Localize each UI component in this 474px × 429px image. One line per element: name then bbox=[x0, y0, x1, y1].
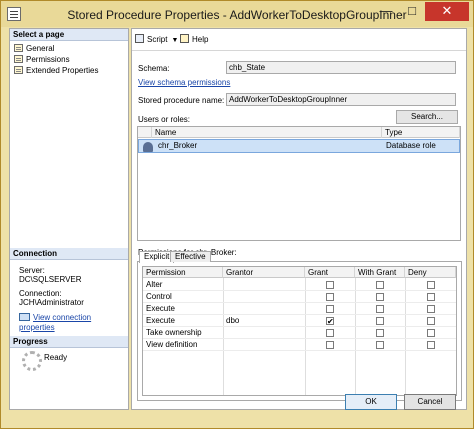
table-row[interactable]: Execute bbox=[143, 303, 456, 315]
with-grant-checkbox[interactable] bbox=[376, 329, 384, 337]
table-row[interactable]: View definition bbox=[143, 339, 456, 351]
page-label: General bbox=[26, 44, 55, 53]
grantor-cell bbox=[223, 303, 226, 315]
minimize-button[interactable]: — bbox=[373, 2, 399, 21]
column-header-grant[interactable]: Grant bbox=[305, 267, 355, 278]
grantor-cell bbox=[223, 279, 226, 291]
table-row[interactable]: Alter bbox=[143, 279, 456, 291]
connection-value: JCH\Administrator bbox=[19, 298, 84, 307]
progress-status: Ready bbox=[44, 353, 68, 362]
page-item-permissions[interactable]: Permissions bbox=[14, 55, 70, 65]
page-icon bbox=[14, 66, 23, 74]
help-icon bbox=[180, 34, 189, 43]
deny-checkbox[interactable] bbox=[427, 305, 435, 313]
title-bar: Stored Procedure Properties - AddWorkerT… bbox=[1, 1, 473, 27]
page-icon bbox=[14, 44, 23, 52]
users-grid[interactable]: Name Type chr_Broker Database role bbox=[137, 126, 461, 241]
progress-spinner-icon bbox=[22, 351, 42, 371]
grant-checkbox[interactable] bbox=[326, 329, 334, 337]
schema-label: Schema: bbox=[138, 64, 170, 73]
view-connection-properties-link[interactable]: View connection properties bbox=[19, 313, 128, 333]
with-grant-checkbox[interactable] bbox=[376, 293, 384, 301]
page-item-extended-properties[interactable]: Extended Properties bbox=[14, 66, 99, 76]
header-spacer bbox=[138, 127, 152, 138]
table-row[interactable]: Execute dbo ✔ bbox=[143, 315, 456, 327]
with-grant-checkbox[interactable] bbox=[376, 341, 384, 349]
deny-checkbox[interactable] bbox=[427, 293, 435, 301]
grant-checkbox[interactable] bbox=[326, 305, 334, 313]
deny-checkbox[interactable] bbox=[427, 281, 435, 289]
chevron-down-icon[interactable]: ▼ bbox=[171, 35, 178, 47]
page-icon bbox=[14, 55, 23, 63]
grant-checkbox[interactable]: ✔ bbox=[326, 317, 334, 326]
page-item-general[interactable]: General bbox=[14, 44, 54, 54]
script-icon bbox=[135, 34, 144, 43]
left-pane: Select a page General Permissions Extend… bbox=[9, 28, 129, 410]
page-label: Permissions bbox=[26, 55, 70, 64]
permission-cell: Execute bbox=[146, 304, 175, 313]
permission-cell: Take ownership bbox=[146, 328, 202, 337]
help-button[interactable]: Help bbox=[180, 34, 208, 46]
user-name-cell: chr_Broker bbox=[158, 141, 198, 150]
view-schema-permissions-link[interactable]: View schema permissions bbox=[138, 78, 230, 88]
grantor-cell bbox=[223, 291, 226, 303]
permissions-tabs: Explicit Effective Permission Grantor Gr… bbox=[137, 251, 462, 401]
users-roles-label: Users or roles: bbox=[138, 115, 191, 124]
grantor-cell: dbo bbox=[226, 316, 240, 325]
user-type-cell: Database role bbox=[386, 141, 436, 150]
connection-header: Connection bbox=[10, 248, 128, 260]
column-header-name[interactable]: Name bbox=[152, 127, 382, 138]
table-row[interactable]: Control bbox=[143, 291, 456, 303]
toolbar: Script ▼ Help bbox=[132, 29, 466, 51]
grant-checkbox[interactable] bbox=[326, 293, 334, 301]
table-row[interactable]: Take ownership bbox=[143, 327, 456, 339]
permission-cell: Execute bbox=[146, 316, 175, 325]
users-grid-header: Name Type bbox=[138, 127, 460, 138]
search-button[interactable]: Search... bbox=[396, 110, 458, 124]
connection-properties-icon bbox=[19, 313, 30, 321]
with-grant-checkbox[interactable] bbox=[376, 317, 384, 325]
page-label: Extended Properties bbox=[26, 66, 99, 75]
maximize-button[interactable]: □ bbox=[399, 2, 425, 21]
sp-name-field: AddWorkerToDesktopGroupInner bbox=[226, 93, 456, 106]
role-icon bbox=[143, 142, 153, 152]
dialog-window: Stored Procedure Properties - AddWorkerT… bbox=[0, 0, 474, 429]
close-button[interactable]: ✕ bbox=[425, 2, 469, 21]
with-grant-checkbox[interactable] bbox=[376, 281, 384, 289]
permission-cell: View definition bbox=[146, 340, 198, 349]
table-row[interactable]: chr_Broker Database role bbox=[138, 139, 460, 153]
with-grant-checkbox[interactable] bbox=[376, 305, 384, 313]
column-header-with-grant[interactable]: With Grant bbox=[355, 267, 405, 278]
deny-checkbox[interactable] bbox=[427, 341, 435, 349]
grant-checkbox[interactable] bbox=[326, 341, 334, 349]
progress-header: Progress bbox=[10, 336, 128, 348]
column-header-deny[interactable]: Deny bbox=[405, 267, 456, 278]
select-page-header: Select a page bbox=[10, 29, 128, 41]
script-button[interactable]: Script ▼ bbox=[135, 34, 178, 46]
permission-cell: Control bbox=[146, 292, 172, 301]
ok-button[interactable]: OK bbox=[345, 394, 397, 410]
grantor-cell bbox=[223, 339, 226, 351]
deny-checkbox[interactable] bbox=[427, 317, 435, 325]
permission-cell: Alter bbox=[146, 280, 163, 289]
column-header-permission[interactable]: Permission bbox=[143, 267, 223, 278]
grant-checkbox[interactable] bbox=[326, 281, 334, 289]
grantor-cell bbox=[223, 327, 226, 339]
schema-field: chb_State bbox=[226, 61, 456, 74]
server-value: DC\SQLSERVER bbox=[19, 275, 82, 284]
column-header-type[interactable]: Type bbox=[382, 127, 460, 138]
cancel-button[interactable]: Cancel bbox=[404, 394, 456, 410]
right-pane: Script ▼ Help Schema: chb_State View sche… bbox=[131, 28, 467, 410]
sp-name-label: Stored procedure name: bbox=[138, 96, 225, 105]
tab-effective[interactable]: Effective bbox=[170, 251, 211, 262]
column-header-grantor[interactable]: Grantor bbox=[223, 267, 305, 278]
deny-checkbox[interactable] bbox=[427, 329, 435, 337]
permissions-grid: Permission Grantor Grant With Grant Deny… bbox=[142, 266, 457, 396]
